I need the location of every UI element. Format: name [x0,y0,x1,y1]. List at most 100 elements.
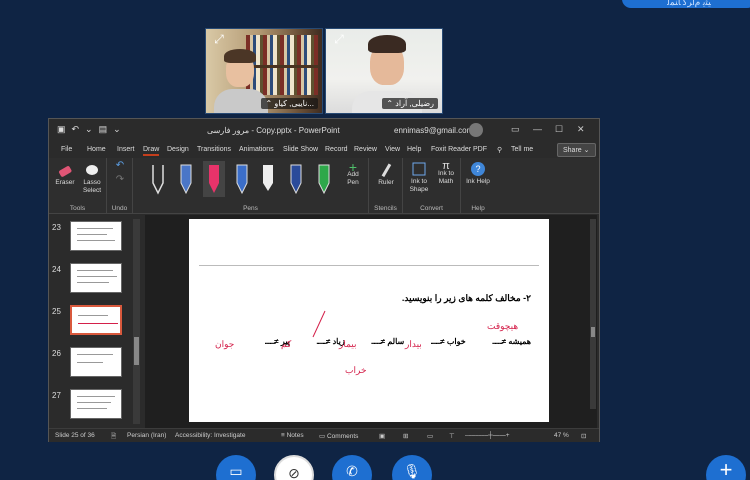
pen-black [152,165,164,195]
pen-blue-pencil [180,164,192,195]
ribbon-group-undo: ↶ ↷ Undo [107,158,133,214]
notes-button[interactable]: ≡ Notes [281,432,304,439]
top-badge[interactable]: ﯿﺜﻳ ﻡﺍﺮﮔ ﺎﻨﻤﻟ [622,0,750,8]
slide-thumbnail[interactable] [70,389,122,419]
microphone-button[interactable]: 🎙 [392,455,432,480]
slide-divider [199,265,539,266]
lightbulb-icon[interactable]: ⚲ [497,146,502,154]
avatar[interactable] [469,123,483,137]
tab-view[interactable]: View [385,146,400,153]
ink-extra-word: خراب [345,365,367,375]
account-email: ennimas9@gmail.com [394,126,474,135]
minimize-icon[interactable]: — [533,124,542,134]
undo-icon[interactable]: ↶ [113,161,127,171]
lasso-label: Lasso Select [82,179,102,194]
maximize-icon[interactable]: ☐ [555,124,563,135]
screen-share-icon: ▭ [229,463,243,479]
tab-file[interactable]: File [61,146,72,153]
ruler-button[interactable]: Ruler [373,163,399,187]
ruler-label: Ruler [378,179,394,186]
lasso-select-button[interactable]: Lasso Select [79,163,105,195]
slide-thumbnail-selected[interactable] [70,305,122,335]
ribbon-draw: Eraser Lasso Select Tools ↶ ↷ Undo + Add… [49,158,599,214]
tab-transitions[interactable]: Transitions [197,146,231,153]
share-label: Share [563,147,582,154]
add-icon: + [348,159,358,175]
close-icon[interactable]: ✕ [577,124,585,135]
expand-icon[interactable]: ⤢ [330,32,348,46]
comments-label: Comments [326,433,359,440]
pen-blue [236,164,248,195]
slideshow-icon[interactable]: ⊤ [449,432,455,440]
slide-thumbnail[interactable] [70,263,122,293]
tab-slide-show[interactable]: Slide Show [283,146,318,153]
pens-gallery[interactable] [141,161,361,201]
tell-me-search[interactable]: Tell me [511,146,533,153]
tab-help[interactable]: Help [407,146,421,153]
undo-group-label: Undo [111,205,128,212]
slide[interactable]: ۲- مخالف کلمه های زیر را بنویسید. همیشه … [189,219,549,422]
zoom-level[interactable]: 47 % [554,432,569,439]
ink-help-label: Ink Help [466,178,490,185]
eraser-button[interactable]: Eraser [54,163,76,187]
notes-label: Notes [286,432,304,439]
phone-button[interactable]: ✆ [332,455,372,480]
camera-toggle-button[interactable]: ⊘ [274,455,314,480]
slide-number: 24 [52,265,61,274]
zoom-slider[interactable]: –⎯⎯⎯⎯⎯⎯┼⎯⎯⎯⎯+ [465,432,510,440]
word-pairs: همیشه ≠........ خواب ≠........ سالم ≠...… [189,337,531,346]
ribbon-group-convert: Ink to Shape π Ink to Math Convert [403,158,461,214]
ink-help-button[interactable]: ? Ink Help [465,162,491,186]
ribbon-group-pens: + Add Pen Pens [133,158,369,214]
pen-navy [290,164,302,195]
slide-question: ۲- مخالف کلمه های زیر را بنویسید. [401,293,531,303]
spellcheck-icon[interactable]: 🗎 [111,432,116,443]
tab-insert[interactable]: Insert [117,146,135,153]
slide-number: 27 [52,391,61,400]
ink-to-shape-button[interactable]: Ink to Shape [406,162,432,194]
fit-slide-icon[interactable]: ⊡ [581,432,586,440]
word-item: همیشه ≠........ [491,337,531,346]
normal-view-icon[interactable]: ▣ [379,432,385,440]
ink-answer: جوان [215,339,235,349]
slide-sorter-icon[interactable]: ⊞ [403,432,408,440]
slide-thumbnail-pane: 23 24 25 26 27 [49,215,145,428]
ink-to-math-button[interactable]: π Ink to Math [433,160,459,186]
participant-video-1[interactable]: ⤢ ⌃ نایبی, کیاو... [205,28,323,114]
tab-design[interactable]: Design [167,146,189,153]
screen-share-button[interactable]: ▭ [216,455,256,480]
language-status[interactable]: Persian (Iran) [127,432,166,439]
tab-home[interactable]: Home [87,146,106,153]
reading-view-icon[interactable]: ▭ [427,432,433,440]
quick-access-toolbar[interactable]: ▣↶⌄▤⌄ [57,124,127,135]
redo-icon[interactable]: ↷ [113,175,127,185]
slide-number: 25 [52,307,61,316]
add-pen-button[interactable]: + Add Pen [341,159,365,187]
lasso-icon [86,165,98,175]
tab-draw[interactable]: Draw [143,146,160,156]
ink-answer: بیمار [339,339,357,349]
ribbon-display-icon[interactable]: ▭ [511,124,520,135]
pi-icon: π [442,160,450,172]
expand-icon[interactable]: ⤢ [210,32,228,46]
participant-shirt [214,89,268,113]
tools-group-label: Tools [69,205,86,212]
comments-button[interactable]: ▭ Comments [319,432,358,440]
tab-record[interactable]: Record [325,146,348,153]
slide-counter: Slide 25 of 36 [55,432,95,439]
tab-foxit[interactable]: Foxit Reader PDF [431,146,487,153]
slide-thumbnail[interactable] [70,347,122,377]
tab-animations[interactable]: Animations [239,146,274,153]
thumbnail-scrollbar[interactable] [133,219,140,424]
slide-number: 26 [52,349,61,358]
accessibility-status[interactable]: Accessibility: Investigate [175,432,245,439]
ribbon-group-tools: Eraser Lasso Select Tools [49,158,107,214]
share-button[interactable]: Share ⌄ [557,143,596,157]
participant-video-2[interactable]: ⤢ ⌃ رضیلی, آراد [325,28,443,114]
eraser-icon [59,166,72,177]
slide-scrollbar[interactable] [590,219,596,409]
status-bar: Slide 25 of 36 🗎 Persian (Iran) Accessib… [49,428,599,442]
add-button[interactable]: + [706,455,746,480]
slide-thumbnail[interactable] [70,221,122,251]
tab-review[interactable]: Review [354,146,377,153]
